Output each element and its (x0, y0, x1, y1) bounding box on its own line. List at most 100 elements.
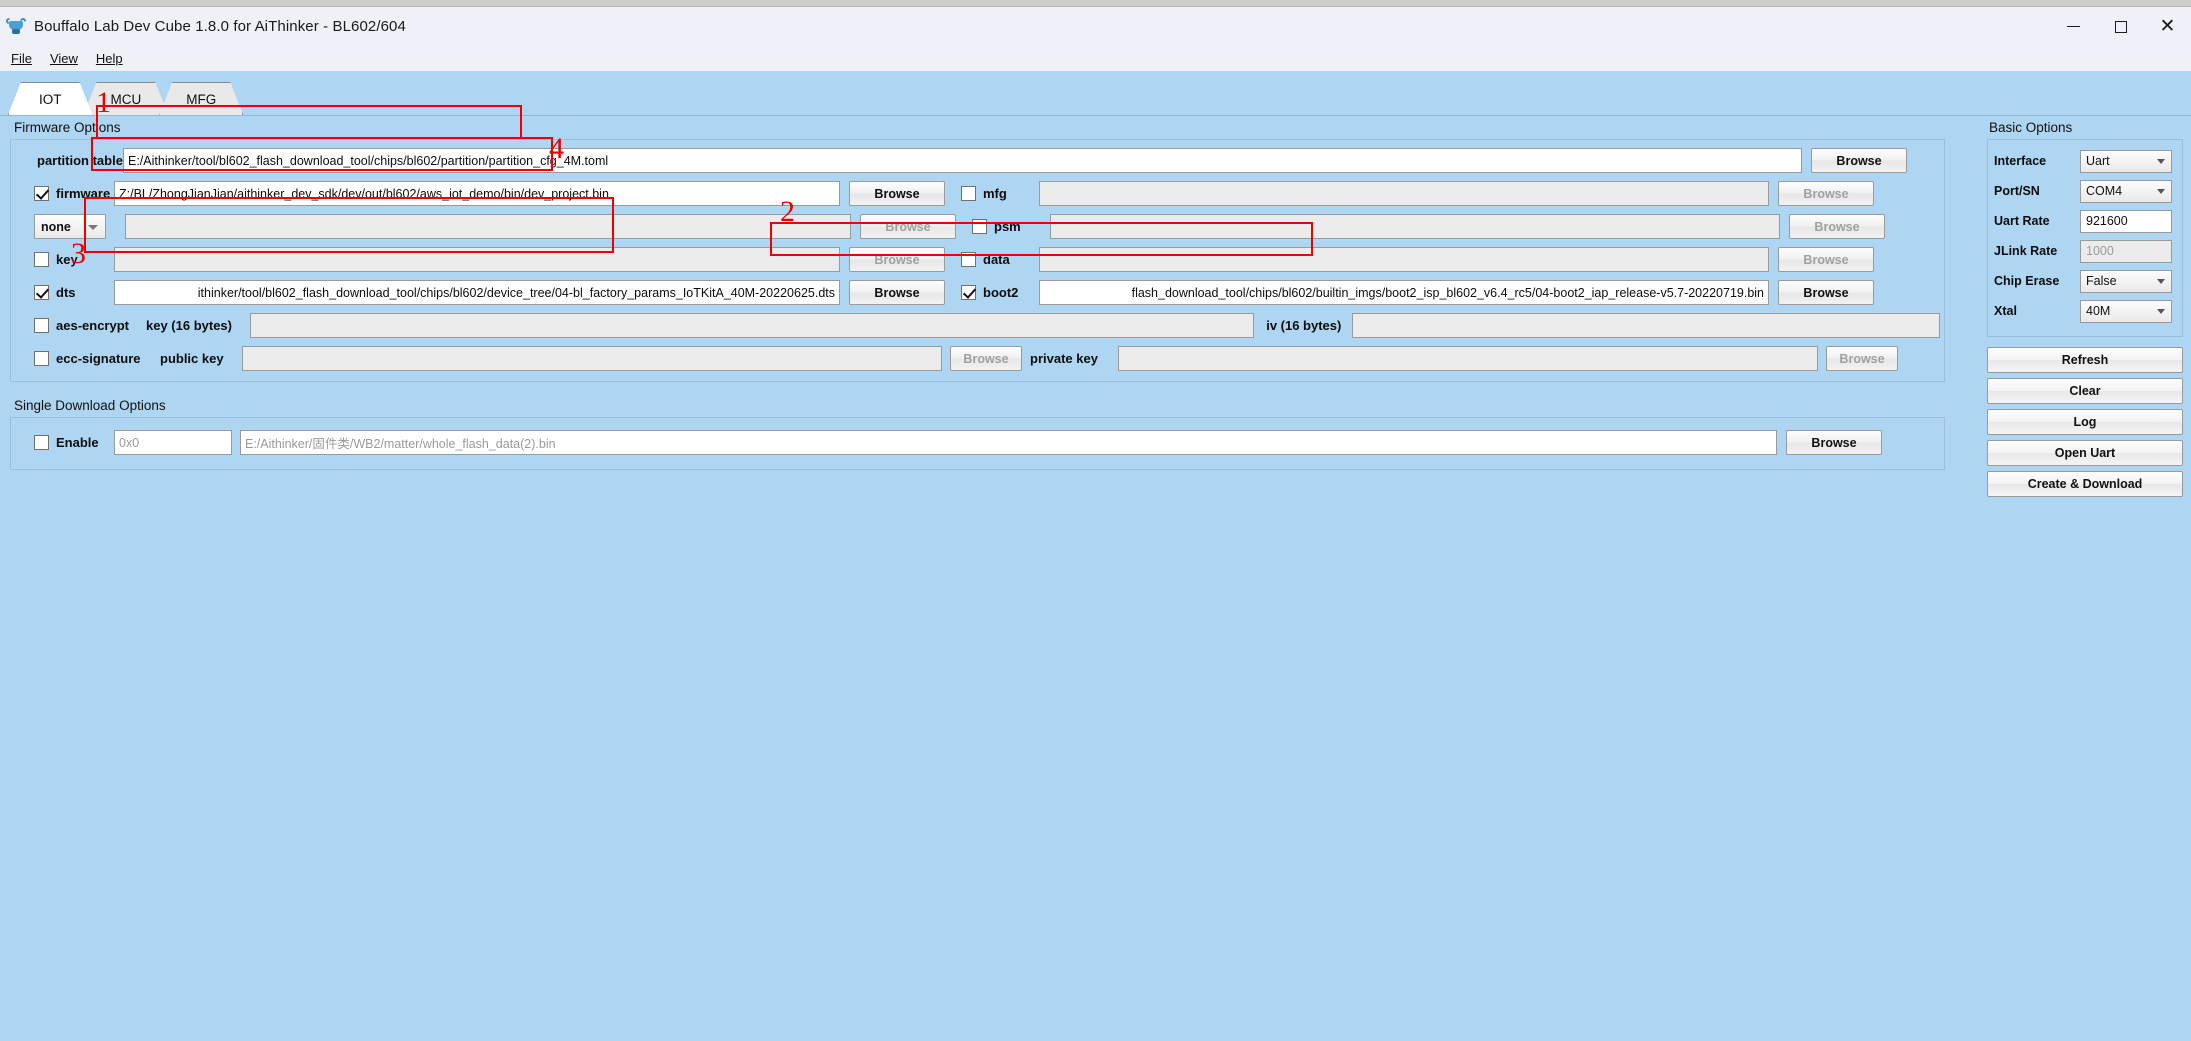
basic-row-uart-rate: Uart Rate 921600 (1994, 207, 2176, 235)
basic-row-jlink-rate: JLink Rate 1000 (1994, 237, 2176, 265)
app-window: Bouffalo Lab Dev Cube 1.8.0 for AiThinke… (0, 0, 2191, 1041)
menu-view[interactable]: View (41, 49, 87, 68)
firmware-checkbox[interactable] (34, 186, 49, 201)
xtal-label: Xtal (1994, 304, 2017, 318)
jlink-rate-input[interactable]: 1000 (2080, 239, 2172, 263)
menu-file[interactable]: File (2, 49, 41, 68)
log-button[interactable]: Log (1987, 409, 2183, 435)
aes-encrypt-checkbox[interactable] (34, 318, 49, 333)
interface-value: Uart (2086, 154, 2110, 168)
single-download-enable-checkbox[interactable] (34, 435, 49, 450)
refresh-button[interactable]: Refresh (1987, 347, 2183, 373)
mfg-browse-button[interactable]: Browse (1778, 181, 1874, 206)
interface-label: Interface (1994, 154, 2047, 168)
psm-browse-button[interactable]: Browse (1789, 214, 1885, 239)
title-bar: Bouffalo Lab Dev Cube 1.8.0 for AiThinke… (0, 7, 2191, 46)
partition-table-browse-button[interactable]: Browse (1811, 148, 1907, 173)
aes-iv-input[interactable] (1352, 313, 1940, 338)
single-download-enable-label: Enable (56, 435, 99, 450)
uart-rate-label: Uart Rate (1994, 214, 2050, 228)
menu-bar: File View Help (0, 46, 2191, 71)
tab-iot[interactable]: IOT (8, 82, 93, 115)
ecc-signature-label: ecc-signature (56, 351, 141, 366)
xtal-value: 40M (2086, 304, 2111, 318)
tab-mcu-label: MCU (110, 91, 142, 107)
key-input[interactable] (114, 247, 840, 272)
chip-erase-combo[interactable]: False (2080, 269, 2172, 293)
boot2-label: boot2 (983, 285, 1019, 300)
row-dts-boot2: dts ithinker/tool/bl602_flash_download_t… (15, 278, 1940, 307)
aes-key-input[interactable] (250, 313, 1255, 338)
dts-input[interactable]: ithinker/tool/bl602_flash_download_tool/… (114, 280, 840, 305)
psm-input[interactable] (1050, 214, 1780, 239)
ecc-private-key-browse-button[interactable]: Browse (1826, 346, 1898, 371)
chip-erase-label: Chip Erase (1994, 274, 2060, 288)
uart-rate-input[interactable]: 921600 (2080, 209, 2172, 233)
basic-options-pane: Basic Options Interface Uart Port/SN COM… (1987, 116, 2183, 497)
dts-checkbox[interactable] (34, 285, 49, 300)
ecc-public-key-label: public key (160, 351, 224, 366)
action-buttons: Refresh Clear Log Open Uart Create & Dow… (1987, 347, 2183, 497)
partition-table-input[interactable]: E:/Aithinker/tool/bl602_flash_download_t… (123, 148, 1802, 173)
dts-browse-button[interactable]: Browse (849, 280, 945, 305)
data-input[interactable] (1039, 247, 1769, 272)
close-button[interactable]: ✕ (2144, 7, 2191, 46)
mfg-label: mfg (983, 186, 1007, 201)
tab-mfg[interactable]: MFG (159, 82, 243, 115)
ecc-public-key-browse-button[interactable]: Browse (950, 346, 1022, 371)
data-browse-button[interactable]: Browse (1778, 247, 1874, 272)
xtal-combo[interactable]: 40M (2080, 299, 2172, 323)
firmware-options-title: Firmware Options (14, 120, 121, 135)
interface-combo[interactable]: Uart (2080, 149, 2172, 173)
background-window-strip (0, 0, 2191, 7)
aes-encrypt-label: aes-encrypt (56, 318, 129, 333)
mfg-input[interactable] (1039, 181, 1769, 206)
tab-mfg-label: MFG (186, 91, 217, 107)
menu-file-label: File (11, 51, 32, 66)
mfg-checkbox[interactable] (961, 186, 976, 201)
psm-checkbox[interactable] (972, 219, 987, 234)
annotation-number-3: 3 (71, 237, 86, 270)
chevron-down-icon (2157, 159, 2165, 164)
ecc-signature-checkbox[interactable] (34, 351, 49, 366)
data-checkbox[interactable] (961, 252, 976, 267)
app-logo-icon (4, 16, 28, 37)
row-none-psm: none Browse psm Browse (15, 212, 1940, 241)
none-row-browse-button[interactable]: Browse (860, 214, 956, 239)
basic-row-port-sn: Port/SN COM4 (1994, 177, 2176, 205)
open-uart-button[interactable]: Open Uart (1987, 440, 2183, 466)
row-single-download: Enable 0x0 E:/Aithinker/固件类/WB2/matter/w… (15, 428, 1940, 457)
boot2-input[interactable]: flash_download_tool/chips/bl602/builtin_… (1039, 280, 1769, 305)
row-partition-table: partition table E:/Aithinker/tool/bl602_… (15, 146, 1940, 175)
firmware-browse-button[interactable]: Browse (849, 181, 945, 206)
row-aes-encrypt: aes-encrypt key (16 bytes) iv (16 bytes) (15, 311, 1940, 340)
port-sn-value: COM4 (2086, 184, 2123, 198)
single-download-address-input[interactable]: 0x0 (114, 430, 232, 455)
minimize-icon (2067, 25, 2080, 28)
aes-key-label: key (16 bytes) (146, 318, 232, 333)
clear-button[interactable]: Clear (1987, 378, 2183, 404)
firmware-input[interactable]: Z:/BL/ZhongJianJian/aithinker_dev_sdk/de… (114, 181, 840, 206)
tab-iot-label: IOT (39, 91, 62, 107)
boot2-checkbox[interactable] (961, 285, 976, 300)
background-window-ghost-text (0, 0, 2191, 6)
firmware-type-combo[interactable]: none (34, 214, 106, 239)
key-browse-button[interactable]: Browse (849, 247, 945, 272)
ecc-private-key-input[interactable] (1118, 346, 1818, 371)
port-sn-combo[interactable]: COM4 (2080, 179, 2172, 203)
boot2-browse-button[interactable]: Browse (1778, 280, 1874, 305)
maximize-button[interactable] (2097, 7, 2144, 46)
single-download-browse-button[interactable]: Browse (1786, 430, 1882, 455)
single-download-options-title: Single Download Options (14, 398, 166, 413)
ecc-public-key-input[interactable] (242, 346, 942, 371)
minimize-button[interactable] (2050, 7, 2097, 46)
chevron-down-icon (2157, 309, 2165, 314)
single-download-file-input[interactable]: E:/Aithinker/固件类/WB2/matter/whole_flash_… (240, 430, 1777, 455)
partition-table-label: partition table (37, 153, 123, 168)
menu-help-label: Help (95, 51, 123, 66)
menu-help[interactable]: Help (87, 49, 132, 68)
create-download-button[interactable]: Create & Download (1987, 471, 2183, 497)
basic-row-chip-erase: Chip Erase False (1994, 267, 2176, 295)
none-row-input[interactable] (125, 214, 851, 239)
key-checkbox[interactable] (34, 252, 49, 267)
